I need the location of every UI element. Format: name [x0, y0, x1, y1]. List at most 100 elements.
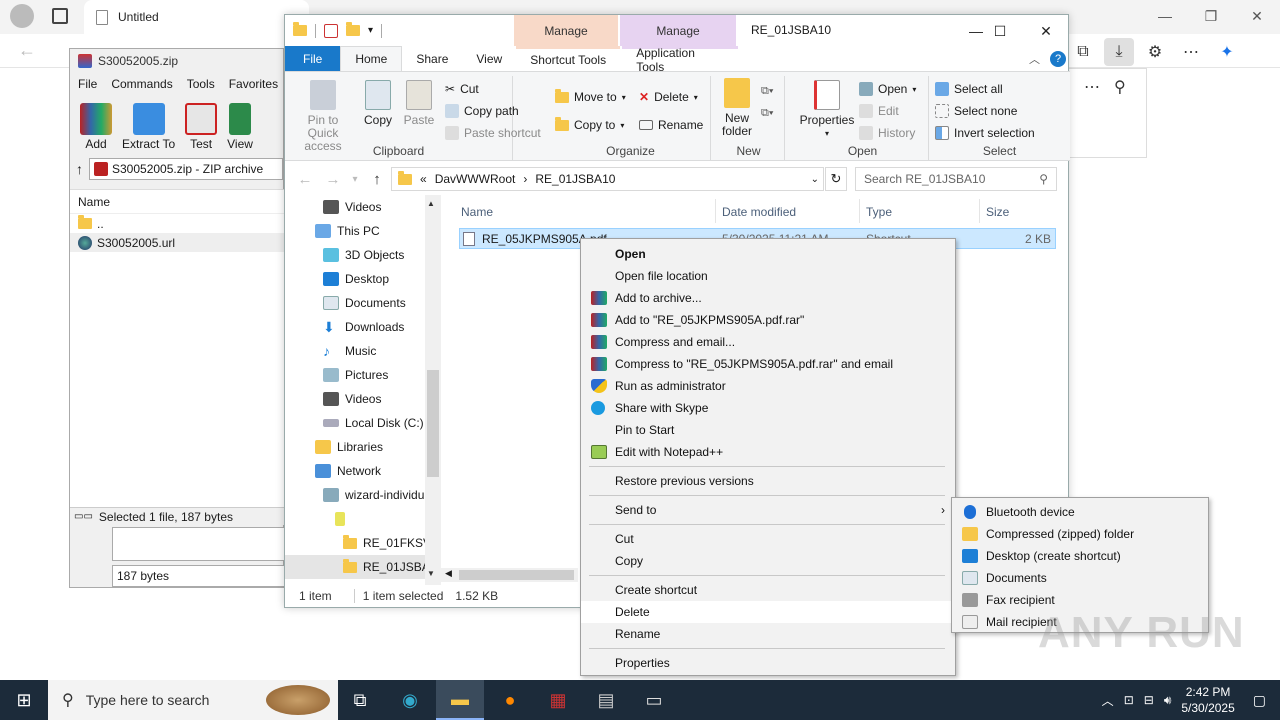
rar-view-button[interactable]: View — [227, 103, 253, 151]
new-folder-qa-icon[interactable] — [346, 22, 360, 36]
copy-path-button[interactable]: Copy path — [445, 100, 541, 122]
tab-application-tools[interactable]: Application Tools — [622, 46, 739, 74]
collapse-ribbon-icon[interactable]: ︿ — [1029, 51, 1040, 67]
nav-item-local-disk[interactable]: Local Disk (C:) — [285, 411, 440, 435]
nav-item-videos-pc[interactable]: Videos — [285, 387, 440, 411]
browser-close-button[interactable]: ✕ — [1234, 0, 1280, 32]
pin-icon[interactable]: ⚲ — [1114, 77, 1126, 157]
breadcrumb-current[interactable]: RE_01JSBA10 — [535, 172, 615, 186]
nav-item-re-01jsba1[interactable]: RE_01JSBA1 — [285, 555, 440, 579]
menu-copy[interactable]: Copy — [581, 550, 955, 572]
nav-item-downloads[interactable]: ⬇ Downloads — [285, 315, 440, 339]
horizontal-scrollbar[interactable]: ◀ — [441, 568, 578, 582]
tab-home[interactable]: Home — [340, 46, 403, 71]
new-item-icons[interactable]: ⧉▾ ⧉▾ — [761, 80, 773, 124]
nav-item-desktop[interactable]: Desktop — [285, 267, 440, 291]
column-name[interactable]: Name — [461, 201, 493, 223]
nav-item-this-pc[interactable]: This PC — [285, 219, 440, 243]
tab-file[interactable]: File — [285, 46, 341, 71]
browser-back-icon[interactable]: ← — [18, 40, 36, 61]
ethernet-icon[interactable]: ⊟ — [1144, 693, 1154, 707]
select-none-button[interactable]: Select none — [935, 100, 1035, 122]
menu-share-skype[interactable]: Share with Skype — [581, 397, 955, 419]
list-item[interactable]: S30052005.url — [70, 233, 285, 252]
nav-item-re-01fksvb[interactable]: RE_01FKSVB — [285, 531, 440, 555]
paste-shortcut-button[interactable]: Paste shortcut — [445, 122, 541, 144]
more-options-icon[interactable]: ⋯ — [1084, 77, 1100, 157]
explorer-maximize-button[interactable]: ☐ — [977, 15, 1023, 47]
breadcrumb-davwwwroot[interactable]: DavWWWRoot — [435, 172, 516, 186]
refresh-icon[interactable]: ↻ — [825, 167, 847, 191]
nav-item-music[interactable]: ♪ Music — [285, 339, 440, 363]
horizontal-scrollbar-thumb[interactable] — [459, 570, 574, 580]
more-icon[interactable]: ⋯ — [1176, 38, 1206, 66]
sendto-zip[interactable]: Compressed (zipped) folder — [952, 523, 1208, 545]
chevron-down-icon[interactable]: ⌄ — [811, 174, 823, 185]
select-all-button[interactable]: Select all — [935, 78, 1035, 100]
rar-menu-favorites[interactable]: Favorites — [229, 77, 278, 91]
properties-button[interactable]: Properties ▾ — [799, 80, 855, 140]
chevron-down-icon[interactable]: ▾ — [368, 25, 373, 36]
windows-start-icon[interactable]: ⊞ — [0, 680, 48, 720]
address-box[interactable]: « DavWWWRoot › RE_01JSBA10 ⌄ — [391, 167, 824, 191]
notification-icon[interactable]: ▢ — [1253, 692, 1266, 709]
nav-item-videos[interactable]: Videos — [285, 195, 440, 219]
rar-test-button[interactable]: Test — [185, 103, 218, 151]
menu-delete[interactable]: Delete — [581, 601, 955, 623]
tab-share[interactable]: Share — [402, 46, 462, 71]
rar-menu-file[interactable]: File — [78, 77, 97, 91]
scroll-left-icon[interactable]: ◀ — [445, 568, 452, 579]
menu-restore-versions[interactable]: Restore previous versions — [581, 470, 955, 492]
edge-icon[interactable]: ◉ — [386, 680, 434, 720]
edit-button[interactable]: Edit — [859, 100, 916, 122]
menu-rename[interactable]: Rename — [581, 623, 955, 645]
menu-compress-email[interactable]: Compress and email... — [581, 331, 955, 353]
nav-item-network[interactable]: Network — [285, 459, 440, 483]
profile-avatar[interactable] — [10, 4, 34, 28]
menu-edit-notepad[interactable]: Edit with Notepad++ — [581, 441, 955, 463]
tab-view[interactable]: View — [462, 46, 516, 71]
cut-button[interactable]: ✂ Cut — [445, 78, 541, 100]
browser-tab[interactable]: Untitled — [84, 0, 309, 34]
tab-shortcut-tools[interactable]: Shortcut Tools — [516, 46, 621, 71]
scroll-down-icon[interactable]: ▼ — [427, 569, 435, 578]
open-button[interactable]: Open ▾ — [859, 78, 916, 100]
delete-button[interactable]: ✕ Delete ▾ — [639, 86, 703, 108]
menu-create-shortcut[interactable]: Create shortcut — [581, 579, 955, 601]
menu-add-to-archive[interactable]: Add to archive... — [581, 287, 955, 309]
copilot-icon[interactable]: ✦ — [1212, 38, 1242, 66]
chevron-up-icon[interactable]: ︿ — [1102, 692, 1114, 709]
nav-item-3d-objects[interactable]: 3D Objects — [285, 243, 440, 267]
nav-item-wizard[interactable]: wizard-individu — [285, 483, 440, 507]
up-arrow-icon[interactable]: ↑ — [76, 161, 83, 177]
menu-properties[interactable]: Properties — [581, 652, 955, 674]
taskbar-search[interactable]: ⚲ Type here to search — [48, 680, 338, 720]
network-status-icon[interactable]: ⊡ — [1124, 693, 1134, 707]
pin-quick-access-button[interactable]: Pin to Quick access — [291, 80, 355, 153]
extensions-icon[interactable]: ⚙ — [1140, 38, 1170, 66]
downloads-icon[interactable]: ⤓ — [1104, 38, 1134, 66]
nav-item-share[interactable] — [285, 507, 440, 531]
volume-icon[interactable]: 🔊︎ — [1164, 693, 1172, 708]
rar-menu-commands[interactable]: Commands — [111, 77, 172, 91]
nav-item-pictures[interactable]: Pictures — [285, 363, 440, 387]
column-divider[interactable] — [715, 199, 716, 223]
breadcrumb-overflow[interactable]: « — [420, 172, 427, 186]
task-view-icon[interactable]: ⧉ — [336, 680, 384, 720]
file-explorer-icon[interactable]: ▬ — [436, 680, 484, 720]
terminal-icon[interactable]: ▭ — [630, 680, 678, 720]
winrar-taskbar-icon[interactable]: ▦ — [534, 680, 582, 720]
sendto-bluetooth[interactable]: Bluetooth device — [952, 501, 1208, 523]
menu-send-to[interactable]: Send to › — [581, 499, 955, 521]
clock[interactable]: 2:42 PM 5/30/2025 — [1181, 684, 1234, 716]
menu-compress-to-rar-email[interactable]: Compress to "RE_05JKPMS905A.pdf.rar" and… — [581, 353, 955, 375]
sendto-desktop[interactable]: Desktop (create shortcut) — [952, 545, 1208, 567]
column-divider[interactable] — [979, 199, 980, 223]
app-taskbar-icon[interactable]: ▤ — [582, 680, 630, 720]
nav-item-documents[interactable]: Documents — [285, 291, 440, 315]
rar-column-name[interactable]: Name — [70, 190, 285, 214]
list-item[interactable]: .. — [70, 214, 285, 233]
column-divider[interactable] — [859, 199, 860, 223]
new-folder-button[interactable]: New folder — [717, 78, 757, 138]
tab-actions-icon[interactable] — [52, 8, 68, 24]
